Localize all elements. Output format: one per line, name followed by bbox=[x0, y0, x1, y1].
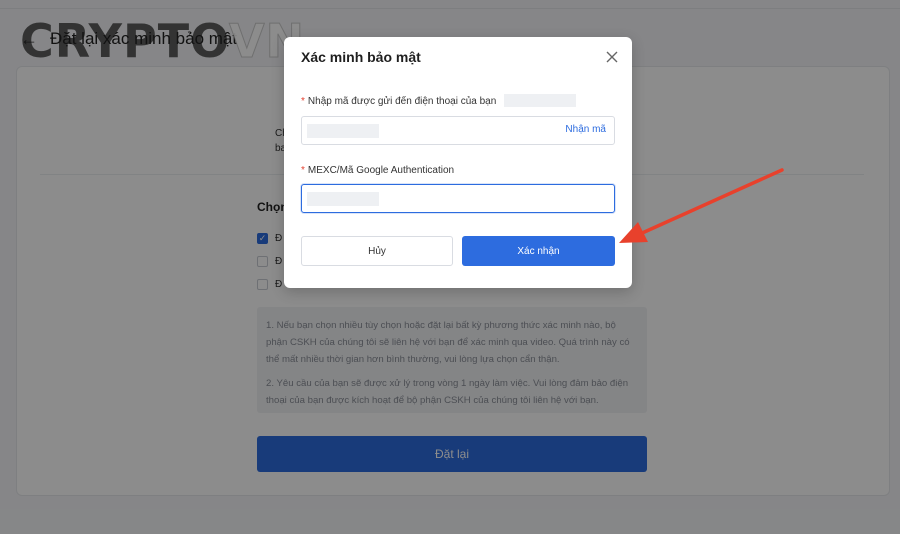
phone-code-label-text: Nhập mã được gửi đến điện thoại của bạn bbox=[307, 96, 497, 107]
phone-code-label: * Nhập mã được gửi đến điện thoại của bạn bbox=[301, 96, 496, 107]
security-verification-modal: Xác minh bảo mật * Nhập mã được gửi đến đ… bbox=[284, 37, 632, 288]
required-mark: * bbox=[301, 96, 305, 107]
confirm-button[interactable]: Xác nhận bbox=[462, 236, 615, 266]
masked-phone-number bbox=[504, 94, 576, 107]
phone-code-input[interactable]: Nhận mã bbox=[301, 116, 615, 145]
modal-title: Xác minh bảo mật bbox=[301, 49, 421, 65]
google-auth-label: * MEXC/Mã Google Authentication bbox=[301, 165, 454, 176]
required-mark: * bbox=[301, 165, 305, 176]
redacted-value bbox=[307, 192, 379, 206]
google-auth-label-text: MEXC/Mã Google Authentication bbox=[307, 165, 455, 176]
close-icon[interactable] bbox=[604, 49, 620, 65]
cancel-button[interactable]: Hủy bbox=[301, 236, 453, 266]
get-code-link[interactable]: Nhận mã bbox=[565, 124, 606, 135]
redacted-value bbox=[307, 124, 379, 138]
google-auth-input[interactable] bbox=[301, 184, 615, 213]
